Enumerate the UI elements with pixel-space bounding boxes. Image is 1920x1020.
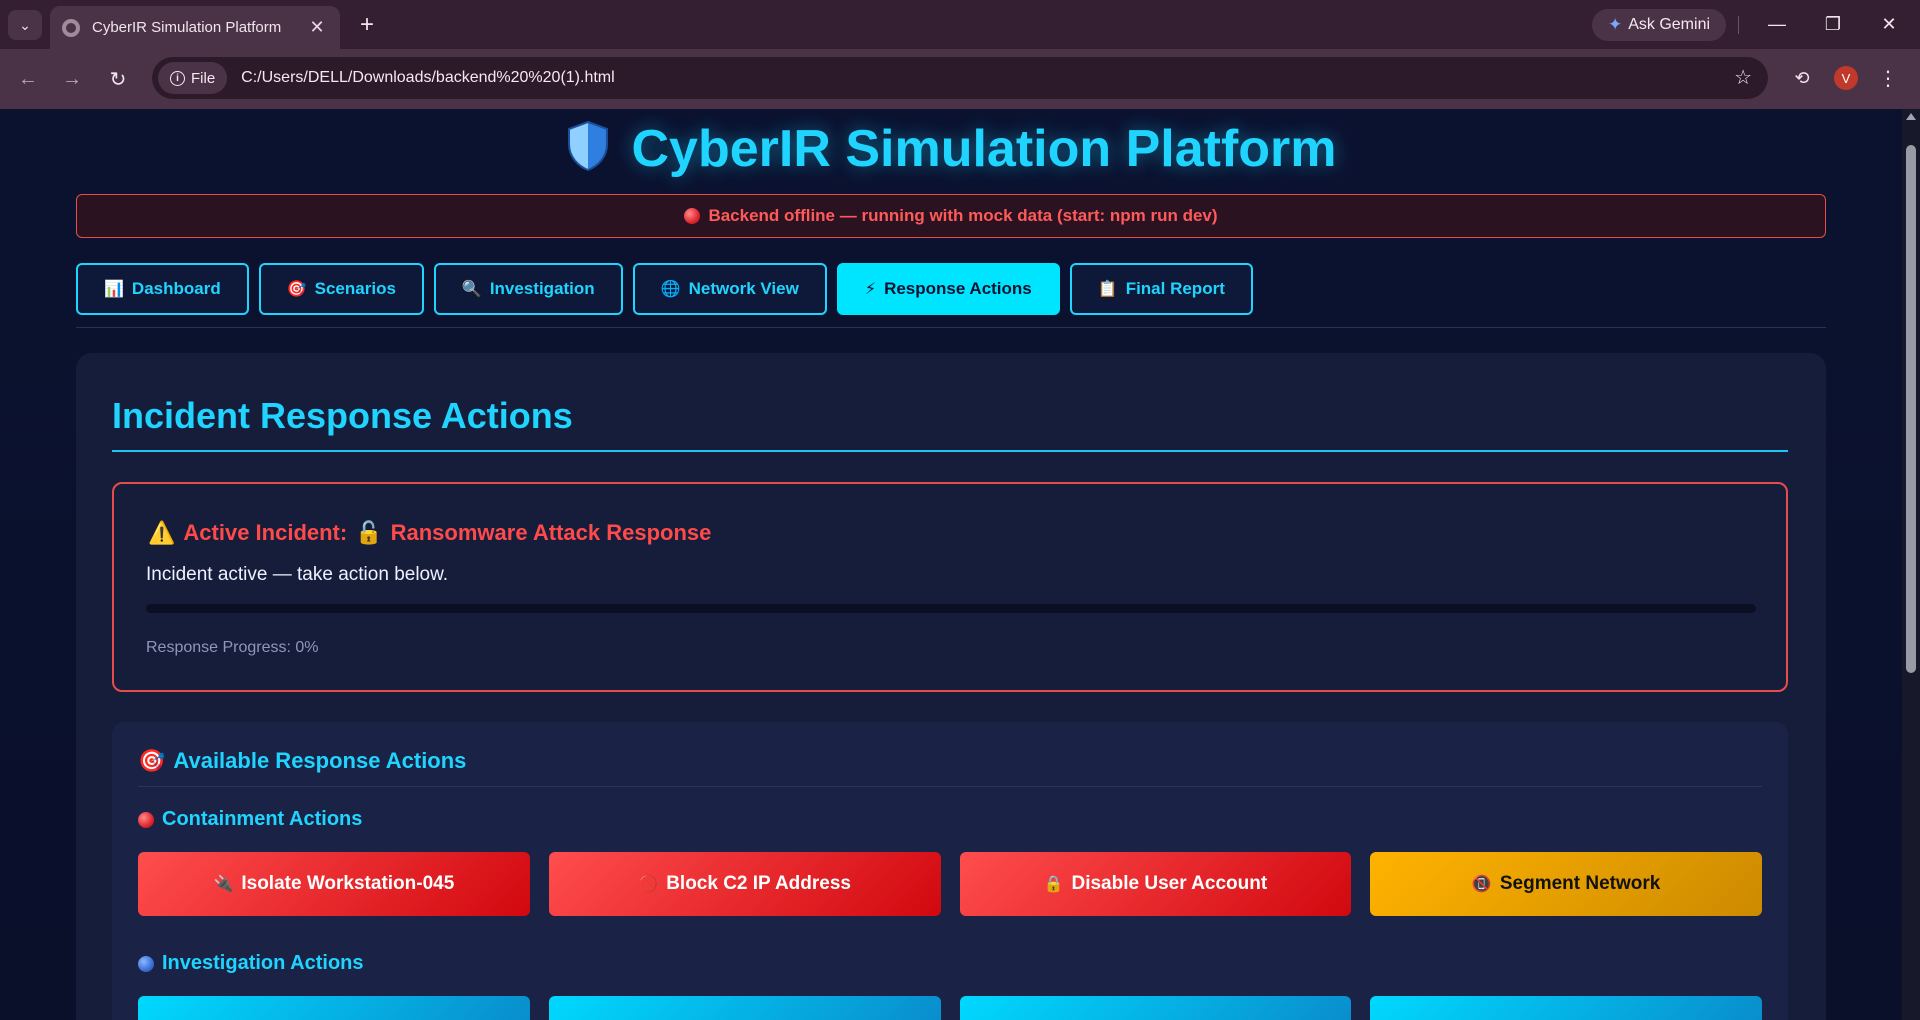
tab-label: Investigation bbox=[489, 279, 595, 298]
tab-network-view[interactable]: 🌐 Network View bbox=[632, 263, 827, 315]
bookmark-star-icon[interactable]: ☆ bbox=[1734, 65, 1752, 90]
main-nav-tabs: 📊 Dashboard 🎯 Scenarios 🔍 Investigation … bbox=[76, 263, 1253, 315]
tab-label: Network View bbox=[688, 279, 799, 298]
block-c2-ip-button[interactable]: 🚫 Block C2 IP Address bbox=[548, 852, 941, 916]
page-scrollbar[interactable] bbox=[1902, 109, 1920, 1020]
alert-text: Backend offline — running with mock data… bbox=[708, 206, 1218, 225]
ask-gemini-button[interactable]: ✦ Ask Gemini bbox=[1592, 9, 1726, 41]
response-progress-label: Response Progress: 0% bbox=[146, 639, 319, 656]
segment-network-button[interactable]: 📵 Segment Network bbox=[1370, 852, 1762, 916]
containment-buttons: 🔌 Isolate Workstation-045 🚫 Block C2 IP … bbox=[138, 852, 1762, 916]
profile-avatar[interactable]: V bbox=[1834, 66, 1858, 90]
back-arrow-icon[interactable]: ← bbox=[12, 63, 44, 95]
globe-icon bbox=[62, 18, 80, 37]
browser-tab-active[interactable]: CyberIR Simulation Platform ✕ bbox=[50, 6, 340, 49]
url-text[interactable]: C:/Users/DELL/Downloads/backend%20%20(1)… bbox=[241, 69, 615, 87]
tabs-divider bbox=[76, 327, 1826, 328]
red-circle-icon bbox=[138, 811, 154, 828]
forward-arrow-icon[interactable]: → bbox=[56, 63, 88, 95]
available-actions-title: Available Response Actions bbox=[173, 748, 467, 773]
tab-label: Response Actions bbox=[884, 279, 1032, 298]
file-chip-label: File bbox=[191, 69, 216, 87]
window-close-icon[interactable]: ✕ bbox=[1866, 8, 1912, 40]
restore-icon[interactable]: ❐ bbox=[1810, 8, 1856, 40]
incident-name: Ransomware Attack Response bbox=[390, 520, 712, 545]
button-label: Segment Network bbox=[1499, 873, 1661, 894]
investigation-action-button[interactable] bbox=[548, 996, 941, 1020]
unplug-icon: 🔌 bbox=[213, 876, 234, 893]
target-icon: 🎯 bbox=[138, 748, 166, 773]
reload-icon[interactable]: ↻ bbox=[102, 63, 134, 95]
toolbar-divider bbox=[1738, 16, 1739, 34]
browser-tabstrip: ⌄ CyberIR Simulation Platform ✕ + ✦ Ask … bbox=[0, 0, 1920, 49]
page-title: CyberIR Simulation Platform bbox=[631, 120, 1337, 178]
investigation-action-button[interactable] bbox=[138, 996, 530, 1020]
scroll-up-arrow-icon[interactable] bbox=[1906, 113, 1916, 120]
new-tab-button[interactable]: + bbox=[352, 10, 382, 40]
investigation-buttons bbox=[138, 996, 1762, 1020]
gemini-sparkle-icon: ✦ bbox=[1607, 15, 1623, 34]
ask-gemini-label: Ask Gemini bbox=[1628, 16, 1711, 33]
minimize-icon[interactable]: — bbox=[1754, 8, 1800, 40]
warning-icon: ⚠️ bbox=[148, 520, 176, 545]
backend-offline-alert: Backend offline — running with mock data… bbox=[76, 194, 1826, 238]
lock-icon: 🔒 bbox=[1043, 876, 1064, 893]
tab-scenarios[interactable]: 🎯 Scenarios bbox=[258, 263, 424, 315]
investigation-action-button[interactable] bbox=[959, 996, 1352, 1020]
tab-label: Dashboard bbox=[131, 279, 221, 298]
button-label: Block C2 IP Address bbox=[666, 873, 851, 894]
browser-tab-title: CyberIR Simulation Platform bbox=[92, 19, 282, 36]
extension-icon[interactable]: ⟲ bbox=[1786, 62, 1818, 94]
section-divider bbox=[112, 450, 1788, 452]
section-title: Incident Response Actions bbox=[112, 395, 573, 436]
tab-final-report[interactable]: 📋 Final Report bbox=[1069, 263, 1253, 315]
response-actions-panel: Incident Response Actions ⚠️ Active Inci… bbox=[76, 353, 1826, 1020]
containment-heading: Containment Actions bbox=[138, 808, 362, 831]
investigation-title: Investigation Actions bbox=[162, 952, 364, 974]
investigation-action-button[interactable] bbox=[1370, 996, 1762, 1020]
browser-toolbar: ← → ↻ i File C:/Users/DELL/Downloads/bac… bbox=[0, 49, 1920, 109]
close-icon[interactable]: ✕ bbox=[306, 17, 328, 38]
unlocked-lock-icon: 🔓 bbox=[355, 520, 383, 545]
response-progress-bar bbox=[146, 604, 1756, 613]
incident-prefix: Active Incident: bbox=[183, 520, 348, 545]
blue-circle-icon bbox=[138, 955, 154, 972]
no-entry-icon: 📵 bbox=[1471, 876, 1492, 893]
disable-user-account-button[interactable]: 🔒 Disable User Account bbox=[959, 852, 1352, 916]
info-icon: i bbox=[170, 70, 185, 86]
page-viewport: CyberIR Simulation Platform Backend offl… bbox=[0, 109, 1902, 1020]
isolate-workstation-button[interactable]: 🔌 Isolate Workstation-045 bbox=[138, 852, 530, 916]
actions-divider bbox=[138, 786, 1762, 787]
available-actions-heading: 🎯 Available Response Actions bbox=[138, 748, 466, 774]
target-icon: 🎯 bbox=[286, 281, 307, 298]
site-info-chip[interactable]: i File bbox=[158, 62, 228, 94]
tab-label: Scenarios bbox=[314, 279, 396, 298]
incident-status-text: Incident active — take action below. bbox=[146, 564, 449, 585]
button-label: Disable User Account bbox=[1071, 873, 1268, 894]
active-incident-card: ⚠️ Active Incident: 🔓 Ransomware Attack … bbox=[112, 482, 1788, 692]
clipboard-icon: 📋 bbox=[1097, 281, 1118, 298]
lightning-icon: ⚡ bbox=[864, 281, 877, 298]
shield-icon bbox=[567, 120, 608, 172]
containment-title: Containment Actions bbox=[162, 808, 363, 830]
investigation-heading: Investigation Actions bbox=[138, 952, 364, 975]
prohibited-icon: 🚫 bbox=[638, 876, 659, 893]
page-header: CyberIR Simulation Platform bbox=[0, 119, 1902, 179]
red-circle-icon bbox=[684, 208, 701, 224]
address-bar[interactable]: i File C:/Users/DELL/Downloads/backend%2… bbox=[152, 57, 1768, 99]
tab-dashboard[interactable]: 📊 Dashboard bbox=[76, 263, 249, 315]
browser-menu-icon[interactable]: ⋮ bbox=[1872, 62, 1904, 94]
tab-search-chevron-icon[interactable]: ⌄ bbox=[8, 10, 42, 40]
bar-chart-icon: 📊 bbox=[104, 281, 124, 298]
button-label: Isolate Workstation-045 bbox=[241, 873, 455, 894]
available-actions-card: 🎯 Available Response Actions Containment… bbox=[112, 722, 1788, 1020]
tab-response-actions[interactable]: ⚡ Response Actions bbox=[836, 263, 1060, 315]
tab-label: Final Report bbox=[1125, 279, 1225, 298]
tab-investigation[interactable]: 🔍 Investigation bbox=[433, 263, 623, 315]
scrollbar-thumb[interactable] bbox=[1906, 145, 1916, 673]
magnifier-icon: 🔍 bbox=[461, 281, 482, 298]
globe-icon: 🌐 bbox=[660, 281, 681, 298]
incident-heading: ⚠️ Active Incident: 🔓 Ransomware Attack … bbox=[148, 520, 711, 546]
